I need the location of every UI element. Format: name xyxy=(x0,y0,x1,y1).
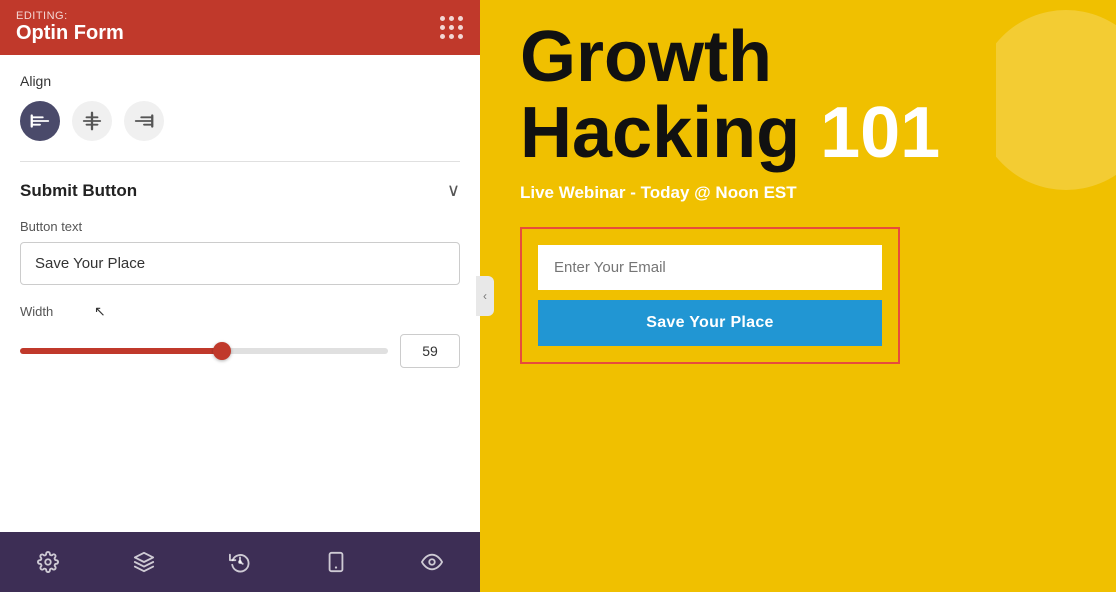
divider xyxy=(20,161,460,162)
layers-toolbar-button[interactable] xyxy=(126,544,162,580)
hero-number: 101 xyxy=(820,93,940,173)
slider-fill xyxy=(20,348,222,354)
align-label: Align xyxy=(20,73,460,89)
width-row: Width ↖ xyxy=(20,303,460,320)
hero-hacking: Hacking xyxy=(520,93,820,173)
panel-header-left: EDITING: Optin Form xyxy=(16,10,124,45)
hero-line2: Hacking 101 xyxy=(520,96,1086,172)
button-text-label: Button text xyxy=(20,219,460,234)
settings-toolbar-button[interactable] xyxy=(30,544,66,580)
editing-label: EDITING: xyxy=(16,10,124,22)
preview-toolbar-button[interactable] xyxy=(414,544,450,580)
mobile-toolbar-button[interactable] xyxy=(318,544,354,580)
optin-form-container: Save Your Place xyxy=(520,227,900,364)
left-panel: EDITING: Optin Form Align xyxy=(0,0,480,592)
align-center-icon xyxy=(81,110,103,132)
email-input[interactable] xyxy=(538,245,882,290)
history-toolbar-button[interactable] xyxy=(222,544,258,580)
history-icon xyxy=(229,551,251,573)
panel-body: Align xyxy=(0,55,480,532)
hero-line1: Growth xyxy=(520,20,1086,96)
submit-button[interactable]: Save Your Place xyxy=(538,300,882,346)
panel-header: EDITING: Optin Form xyxy=(0,0,480,55)
dots-grid-icon[interactable] xyxy=(440,16,464,40)
button-text-input[interactable] xyxy=(20,242,460,285)
settings-icon xyxy=(37,551,59,573)
preview-icon xyxy=(421,551,443,573)
align-left-button[interactable] xyxy=(20,101,60,141)
slider-value: 59 xyxy=(422,343,438,359)
bottom-toolbar xyxy=(0,532,480,592)
cursor-icon: ↖ xyxy=(94,303,106,320)
align-right-icon xyxy=(133,110,155,132)
slider-row: 59 xyxy=(20,334,460,368)
submit-section-title: Submit Button xyxy=(20,181,137,201)
width-label: Width xyxy=(20,304,80,319)
hero-title: Growth Hacking 101 xyxy=(520,20,1086,171)
submit-button-section-header: Submit Button ∨ xyxy=(20,180,460,201)
slider-track[interactable] xyxy=(20,348,388,354)
align-right-button[interactable] xyxy=(124,101,164,141)
slider-thumb[interactable] xyxy=(213,342,231,360)
slider-value-box: 59 xyxy=(400,334,460,368)
layers-icon xyxy=(133,551,155,573)
align-row xyxy=(20,101,460,141)
align-left-icon xyxy=(29,110,51,132)
align-center-button[interactable] xyxy=(72,101,112,141)
right-panel: Growth Hacking 101 Live Webinar - Today … xyxy=(480,0,1116,592)
mobile-icon xyxy=(325,551,347,573)
panel-title: Optin Form xyxy=(16,22,124,45)
collapse-handle[interactable]: ‹ xyxy=(476,276,494,316)
chevron-down-icon[interactable]: ∨ xyxy=(447,180,460,201)
webinar-label: Live Webinar - Today @ Noon EST xyxy=(520,183,1086,203)
